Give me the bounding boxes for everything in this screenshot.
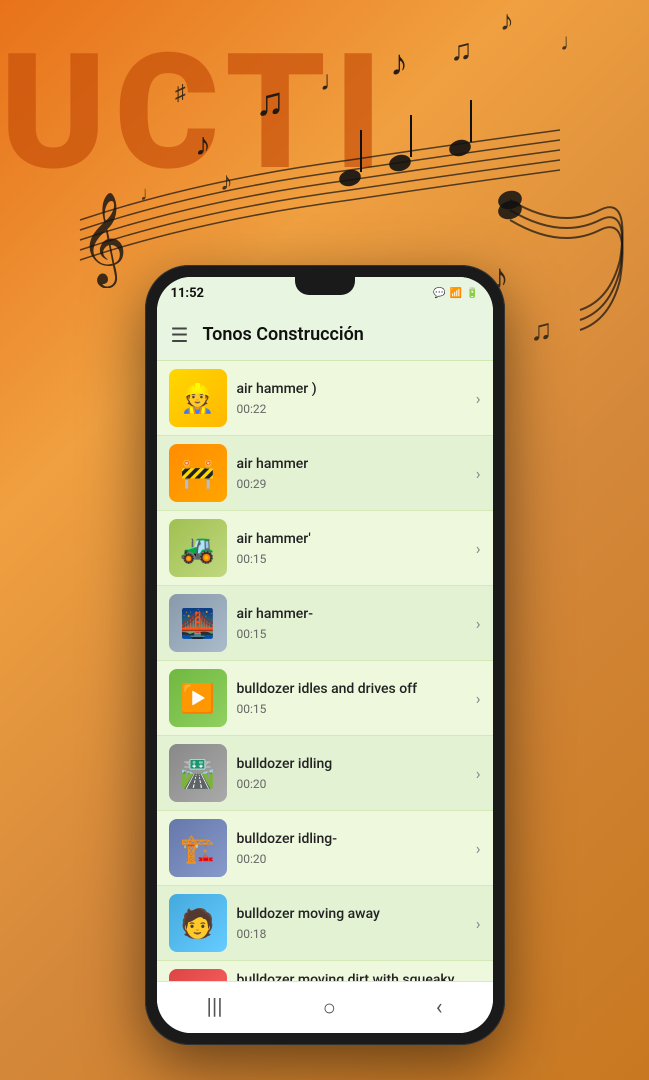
item-thumbnail: 🚒	[169, 969, 227, 981]
item-title: air hammer-	[237, 605, 466, 623]
list-item[interactable]: 🛣️ bulldozer idling 00:20 ›	[157, 736, 493, 811]
item-text-block: bulldozer idling 00:20	[227, 755, 476, 790]
chevron-right-icon: ›	[476, 914, 481, 933]
item-thumbnail: 🚜	[169, 519, 227, 577]
item-thumbnail: 👷	[169, 369, 227, 427]
battery-icon: 🔋	[466, 288, 478, 299]
item-duration: 00:20	[237, 777, 466, 791]
phone-screen: 11:52 💬 📶 🔋 ☰ Tonos Construcción 👷	[157, 277, 493, 1033]
app-bar: ☰ Tonos Construcción	[157, 309, 493, 361]
bottom-navigation: ||| ○ ‹	[157, 981, 493, 1033]
chevron-right-icon: ›	[476, 764, 481, 783]
item-emoji: ▶️	[180, 682, 215, 715]
list-item[interactable]: 🌉 air hammer- 00:15 ›	[157, 586, 493, 661]
item-title: bulldozer idles and drives off	[237, 680, 466, 698]
list-item[interactable]: 🚒 bulldozer moving dirt with squeaky tra…	[157, 961, 493, 981]
status-icons: 💬 📶 🔋	[433, 288, 478, 299]
item-text-block: bulldozer moving away 00:18	[227, 905, 476, 940]
list-item[interactable]: 🚧 air hammer 00:29 ›	[157, 436, 493, 511]
list-item[interactable]: 🚜 air hammer' 00:15 ›	[157, 511, 493, 586]
phone-outer: 11:52 💬 📶 🔋 ☰ Tonos Construcción 👷	[145, 265, 505, 1045]
list-item[interactable]: ▶️ bulldozer idles and drives off 00:15 …	[157, 661, 493, 736]
wifi-icon: 📶	[450, 288, 462, 299]
item-title: air hammer	[237, 455, 466, 473]
list-item[interactable]: 👷 air hammer ) 00:22 ›	[157, 361, 493, 436]
phone-container: 11:52 💬 📶 🔋 ☰ Tonos Construcción 👷	[145, 265, 505, 1045]
list-item[interactable]: 🏗️ bulldozer idling- 00:20 ›	[157, 811, 493, 886]
item-title: bulldozer idling-	[237, 830, 466, 848]
item-emoji: 👷	[180, 382, 215, 415]
item-title: bulldozer idling	[237, 755, 466, 773]
chevron-right-icon: ›	[476, 839, 481, 858]
bg-text: UCTI	[0, 20, 390, 207]
item-text-block: bulldozer moving dirt with squeaky track…	[227, 971, 476, 981]
item-thumbnail: ▶️	[169, 669, 227, 727]
item-thumbnail: 🧑	[169, 894, 227, 952]
item-emoji: 🚧	[180, 457, 215, 490]
item-thumbnail: 🛣️	[169, 744, 227, 802]
menu-button[interactable]: ☰	[171, 323, 189, 347]
item-duration: 00:18	[237, 927, 466, 941]
back-button[interactable]: ‹	[416, 987, 463, 1028]
item-duration: 00:15	[237, 552, 466, 566]
item-text-block: bulldozer idles and drives off 00:15	[227, 680, 476, 715]
item-emoji: 🛣️	[180, 757, 215, 790]
item-text-block: air hammer 00:29	[227, 455, 476, 490]
item-title: air hammer'	[237, 530, 466, 548]
item-duration: 00:20	[237, 852, 466, 866]
item-duration: 00:22	[237, 402, 466, 416]
item-duration: 00:15	[237, 627, 466, 641]
list-item[interactable]: 🧑 bulldozer moving away 00:18 ›	[157, 886, 493, 961]
chevron-right-icon: ›	[476, 689, 481, 708]
item-duration: 00:15	[237, 702, 466, 716]
item-thumbnail: 🏗️	[169, 819, 227, 877]
item-emoji: 🧑	[180, 907, 215, 940]
chevron-right-icon: ›	[476, 389, 481, 408]
app-title: Tonos Construcción	[202, 324, 478, 345]
status-notch	[295, 277, 355, 295]
chevron-right-icon: ›	[476, 539, 481, 558]
item-text-block: bulldozer idling- 00:20	[227, 830, 476, 865]
home-button[interactable]: ○	[303, 987, 356, 1029]
item-emoji: 🏗️	[180, 832, 215, 865]
item-text-block: air hammer- 00:15	[227, 605, 476, 640]
item-thumbnail: 🌉	[169, 594, 227, 652]
item-emoji: 🚜	[180, 532, 215, 565]
recent-apps-button[interactable]: |||	[186, 987, 242, 1028]
item-title: air hammer )	[237, 380, 466, 398]
item-duration: 00:29	[237, 477, 466, 491]
item-emoji: 🌉	[180, 607, 215, 640]
status-time: 11:52	[171, 286, 205, 301]
chevron-right-icon: ›	[476, 464, 481, 483]
item-text-block: air hammer' 00:15	[227, 530, 476, 565]
sound-list[interactable]: 👷 air hammer ) 00:22 › 🚧 air hammer 00:2…	[157, 361, 493, 981]
item-text-block: air hammer ) 00:22	[227, 380, 476, 415]
item-title: bulldozer moving dirt with squeaky track…	[237, 971, 466, 981]
whatsapp-icon: 💬	[433, 288, 445, 299]
item-title: bulldozer moving away	[237, 905, 466, 923]
item-thumbnail: 🚧	[169, 444, 227, 502]
chevron-right-icon: ›	[476, 614, 481, 633]
